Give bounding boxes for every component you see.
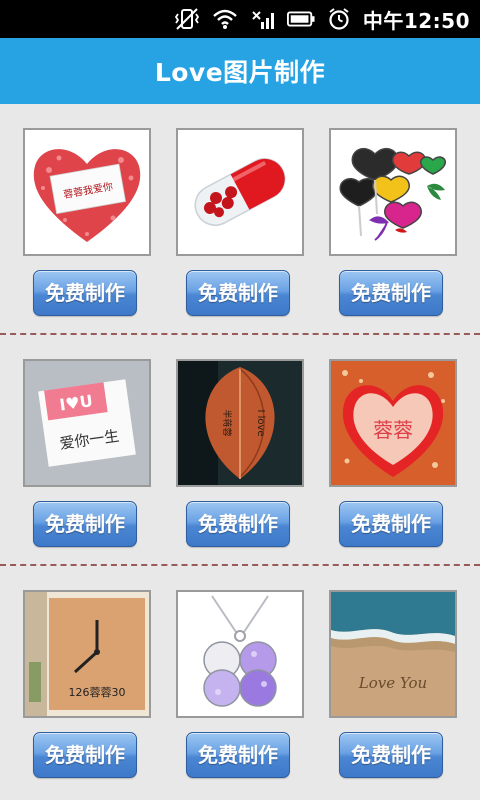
free-make-button[interactable]: 免费制作	[186, 270, 290, 316]
grid-row: 126蓉蓉30 免费制作 免费制作 Love You 免费制作	[0, 566, 480, 797]
page-title: Love图片制作	[154, 58, 326, 87]
grid-item: I♥U 爱你一生 免费制作	[23, 335, 151, 566]
template-thumbnail-beach-love-you[interactable]: Love You	[329, 590, 457, 718]
lollipops-image	[331, 130, 455, 254]
grid-item: 蓉蓉我爱你 免费制作	[23, 104, 151, 335]
free-make-button[interactable]: 免费制作	[33, 501, 137, 547]
free-make-button[interactable]: 免费制作	[186, 732, 290, 778]
grid-item: 免费制作	[329, 104, 457, 335]
template-thumbnail-red-pill[interactable]	[176, 128, 304, 256]
template-thumbnail-wooden-clock[interactable]: 126蓉蓉30	[23, 590, 151, 718]
grid-item: 蓉蓉 免费制作	[329, 335, 457, 566]
template-thumbnail-leaf[interactable]: 半蒋蓉 I love	[176, 359, 304, 487]
template-grid: 蓉蓉我爱你 免费制作 免费制作 免费制作 I♥U 爱你一生 免费制作 半蒋蓉 I…	[0, 104, 480, 800]
free-make-button[interactable]: 免费制作	[339, 501, 443, 547]
template-thumbnail-lollipops[interactable]	[329, 128, 457, 256]
grid-item: 免费制作	[176, 566, 304, 797]
wifi-icon	[211, 7, 239, 31]
card6-text: 蓉蓉	[373, 418, 413, 442]
status-bar: 中午12:50	[0, 0, 480, 38]
heart-petals-image: 蓉蓉我爱你	[25, 130, 149, 254]
status-icons: 中午12:50	[173, 0, 470, 38]
signal-off-icon	[249, 7, 277, 31]
free-make-button[interactable]: 免费制作	[33, 270, 137, 316]
wooden-clock-image: 126蓉蓉30	[25, 592, 149, 716]
battery-icon	[286, 7, 315, 31]
title-bar: Love图片制作	[0, 38, 480, 104]
status-time: 中午12:50	[362, 8, 470, 33]
template-thumbnail-clover-pendant[interactable]	[176, 590, 304, 718]
alarm-clock-icon	[325, 7, 353, 31]
leaf-image: 半蒋蓉 I love	[178, 361, 302, 485]
grid-row: 蓉蓉我爱你 免费制作 免费制作 免费制作	[0, 104, 480, 335]
card9-text: Love You	[358, 674, 427, 692]
card5-left-text: 半蒋蓉	[221, 409, 233, 436]
grid-item: 126蓉蓉30 免费制作	[23, 566, 151, 797]
vibrate-off-icon	[173, 7, 201, 31]
red-pill-image	[178, 130, 302, 254]
grid-item: Love You 免费制作	[329, 566, 457, 797]
grid-item: 半蒋蓉 I love 免费制作	[176, 335, 304, 566]
free-make-button[interactable]: 免费制作	[339, 732, 443, 778]
i-love-u-card-image: I♥U 爱你一生	[25, 361, 149, 485]
card7-text: 126蓉蓉30	[69, 686, 126, 699]
heart-cookie-image: 蓉蓉	[331, 361, 455, 485]
beach-love-you-image: Love You	[331, 592, 455, 716]
template-thumbnail-heart-cookie[interactable]: 蓉蓉	[329, 359, 457, 487]
grid-item: 免费制作	[176, 104, 304, 335]
card5-right-text: I love	[255, 409, 266, 436]
free-make-button[interactable]: 免费制作	[339, 270, 443, 316]
template-thumbnail-heart-petals[interactable]: 蓉蓉我爱你	[23, 128, 151, 256]
template-thumbnail-i-love-u-card[interactable]: I♥U 爱你一生	[23, 359, 151, 487]
free-make-button[interactable]: 免费制作	[186, 501, 290, 547]
grid-row: I♥U 爱你一生 免费制作 半蒋蓉 I love 免费制作 蓉蓉 免费制作	[0, 335, 480, 566]
free-make-button[interactable]: 免费制作	[33, 732, 137, 778]
clover-pendant-image	[178, 592, 302, 716]
